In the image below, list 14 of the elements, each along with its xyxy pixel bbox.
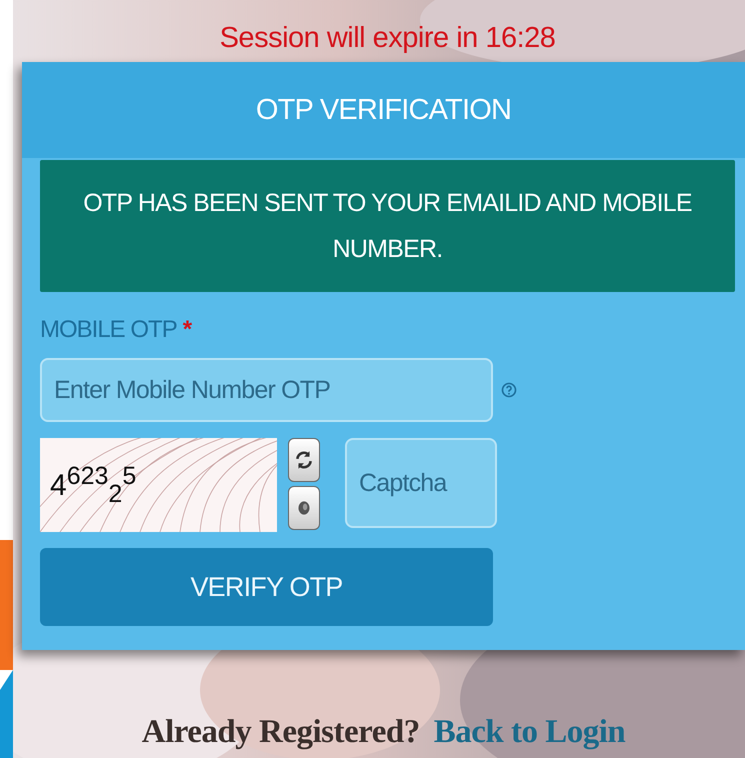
refresh-icon	[293, 449, 315, 471]
audio-button[interactable]	[288, 486, 320, 530]
session-timer: Session will expire in 16:28	[220, 21, 556, 56]
card-title: OTP VERIFICATION	[22, 62, 745, 158]
alert-message: OTP HAS BEEN SENT TO YOUR EMAILID AND MOBILE NUMBER.	[40, 160, 735, 292]
field-label: MOBILE OTP	[40, 316, 177, 344]
back-to-login-link[interactable]: Back to Login	[434, 714, 626, 751]
help-icon[interactable]	[501, 382, 517, 398]
required-mark: *	[182, 316, 192, 344]
footer-text: Already Registered?	[142, 714, 420, 751]
otp-input-field[interactable]: Enter Mobile Number OTP	[40, 358, 493, 422]
verify-otp-button[interactable]: VERIFY OTP	[40, 548, 493, 626]
captcha-input-field[interactable]: Captcha	[345, 438, 497, 528]
refresh-button[interactable]	[288, 438, 320, 482]
